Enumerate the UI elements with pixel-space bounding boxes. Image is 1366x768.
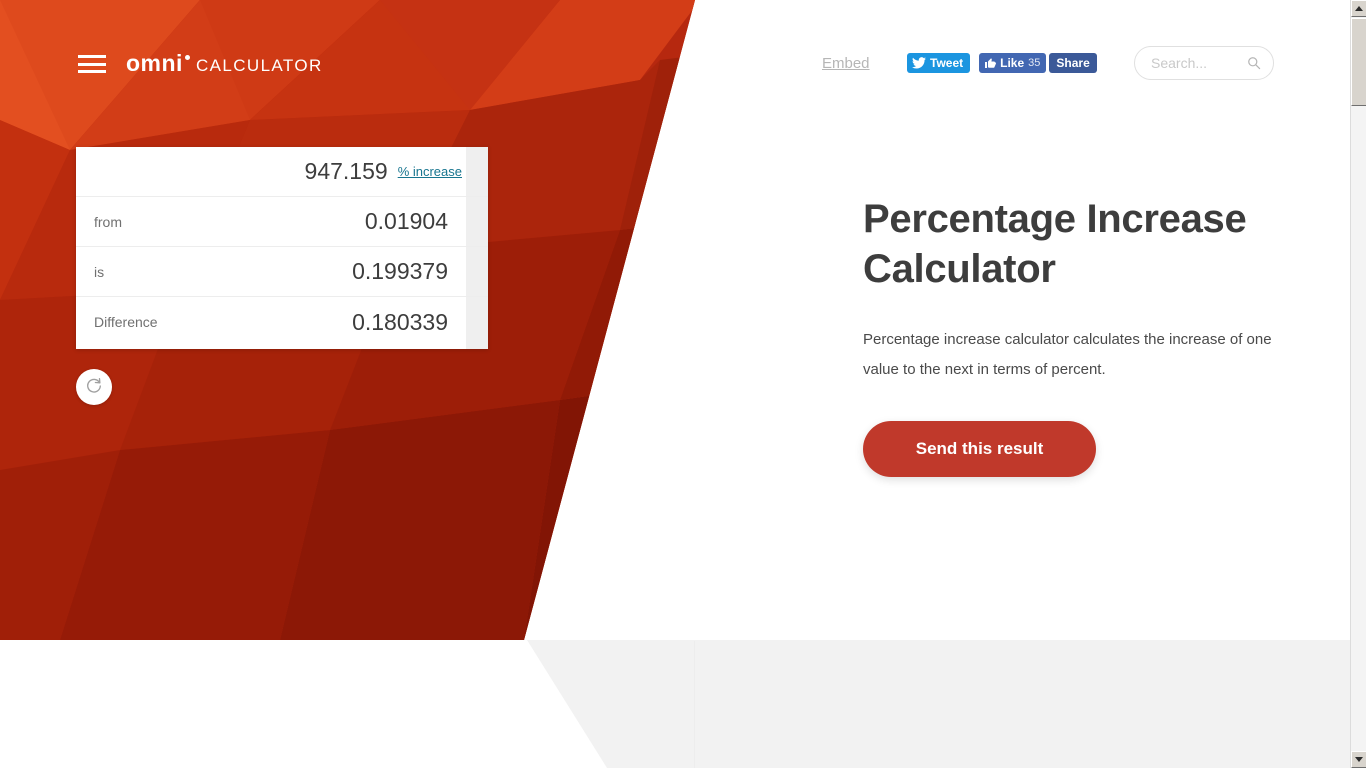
brand-secondary-text: CALCULATOR — [195, 56, 323, 75]
row-value[interactable]: 0.01904 — [365, 208, 448, 235]
calculator-card: 947.159 % increase from 0.01904 is 0.199… — [76, 147, 488, 349]
row-value[interactable]: 0.199379 — [352, 258, 448, 285]
brand-primary-text: omni — [126, 50, 183, 76]
brand-dot-icon — [184, 55, 190, 60]
calculator-row-difference[interactable]: Difference 0.180339 — [76, 297, 488, 347]
page-title: Percentage Increase Calculator — [863, 197, 1247, 291]
footer-background — [527, 640, 1350, 768]
send-result-button[interactable]: Send this result — [863, 421, 1096, 477]
scrollbar-thumb[interactable] — [1351, 18, 1366, 106]
percent-increase-link[interactable]: % increase — [398, 164, 462, 179]
calculator-row-is[interactable]: is 0.199379 — [76, 247, 488, 297]
page-canvas: omni CALCULATOR Embed Tweet Like 35 Shar… — [0, 0, 1350, 768]
chevron-down-icon — [1355, 757, 1363, 762]
scrollbar-up-button[interactable] — [1351, 0, 1366, 17]
search-input[interactable] — [1151, 55, 1247, 71]
hamburger-bar-2 — [78, 62, 106, 66]
browser-viewport: omni CALCULATOR Embed Tweet Like 35 Shar… — [0, 0, 1366, 768]
tweet-button[interactable]: Tweet — [907, 53, 971, 73]
calculator-row-from[interactable]: from 0.01904 — [76, 197, 488, 247]
like-count: 35 — [1028, 56, 1041, 69]
page-description: Percentage increase calculator calculate… — [863, 331, 1272, 378]
row-label: from — [94, 213, 122, 230]
facebook-share-button[interactable]: Share — [1049, 53, 1097, 73]
row-value[interactable]: 0.180339 — [352, 309, 448, 336]
tweet-button-label: Tweet — [930, 56, 964, 70]
brand-logo[interactable]: omni CALCULATOR — [126, 52, 323, 75]
social-share-group: Tweet Like 35 Share — [907, 53, 1097, 73]
facebook-like-button[interactable]: Like 35 — [979, 53, 1047, 73]
like-button-label: Like — [1000, 56, 1025, 70]
footer-divider — [694, 641, 695, 768]
search-icon[interactable] — [1247, 56, 1261, 70]
share-button-label: Share — [1056, 56, 1090, 70]
calculator-result-row[interactable]: 947.159 % increase — [76, 147, 488, 197]
hamburger-bar-3 — [78, 70, 106, 73]
chevron-up-icon — [1355, 6, 1363, 11]
twitter-bird-icon — [912, 57, 926, 69]
refresh-icon — [85, 377, 103, 398]
hamburger-bar-1 — [78, 55, 106, 58]
scrollbar-down-button[interactable] — [1351, 751, 1366, 768]
search-box[interactable] — [1134, 46, 1274, 80]
result-value: 947.159 — [304, 158, 388, 184]
thumbs-up-icon — [984, 57, 997, 69]
reload-button[interactable] — [76, 369, 112, 405]
embed-link[interactable]: Embed — [822, 55, 870, 72]
window-scrollbar[interactable] — [1350, 0, 1366, 768]
row-label: is — [94, 263, 105, 280]
row-label: Difference — [94, 314, 158, 330]
hamburger-menu-button[interactable] — [78, 53, 106, 75]
